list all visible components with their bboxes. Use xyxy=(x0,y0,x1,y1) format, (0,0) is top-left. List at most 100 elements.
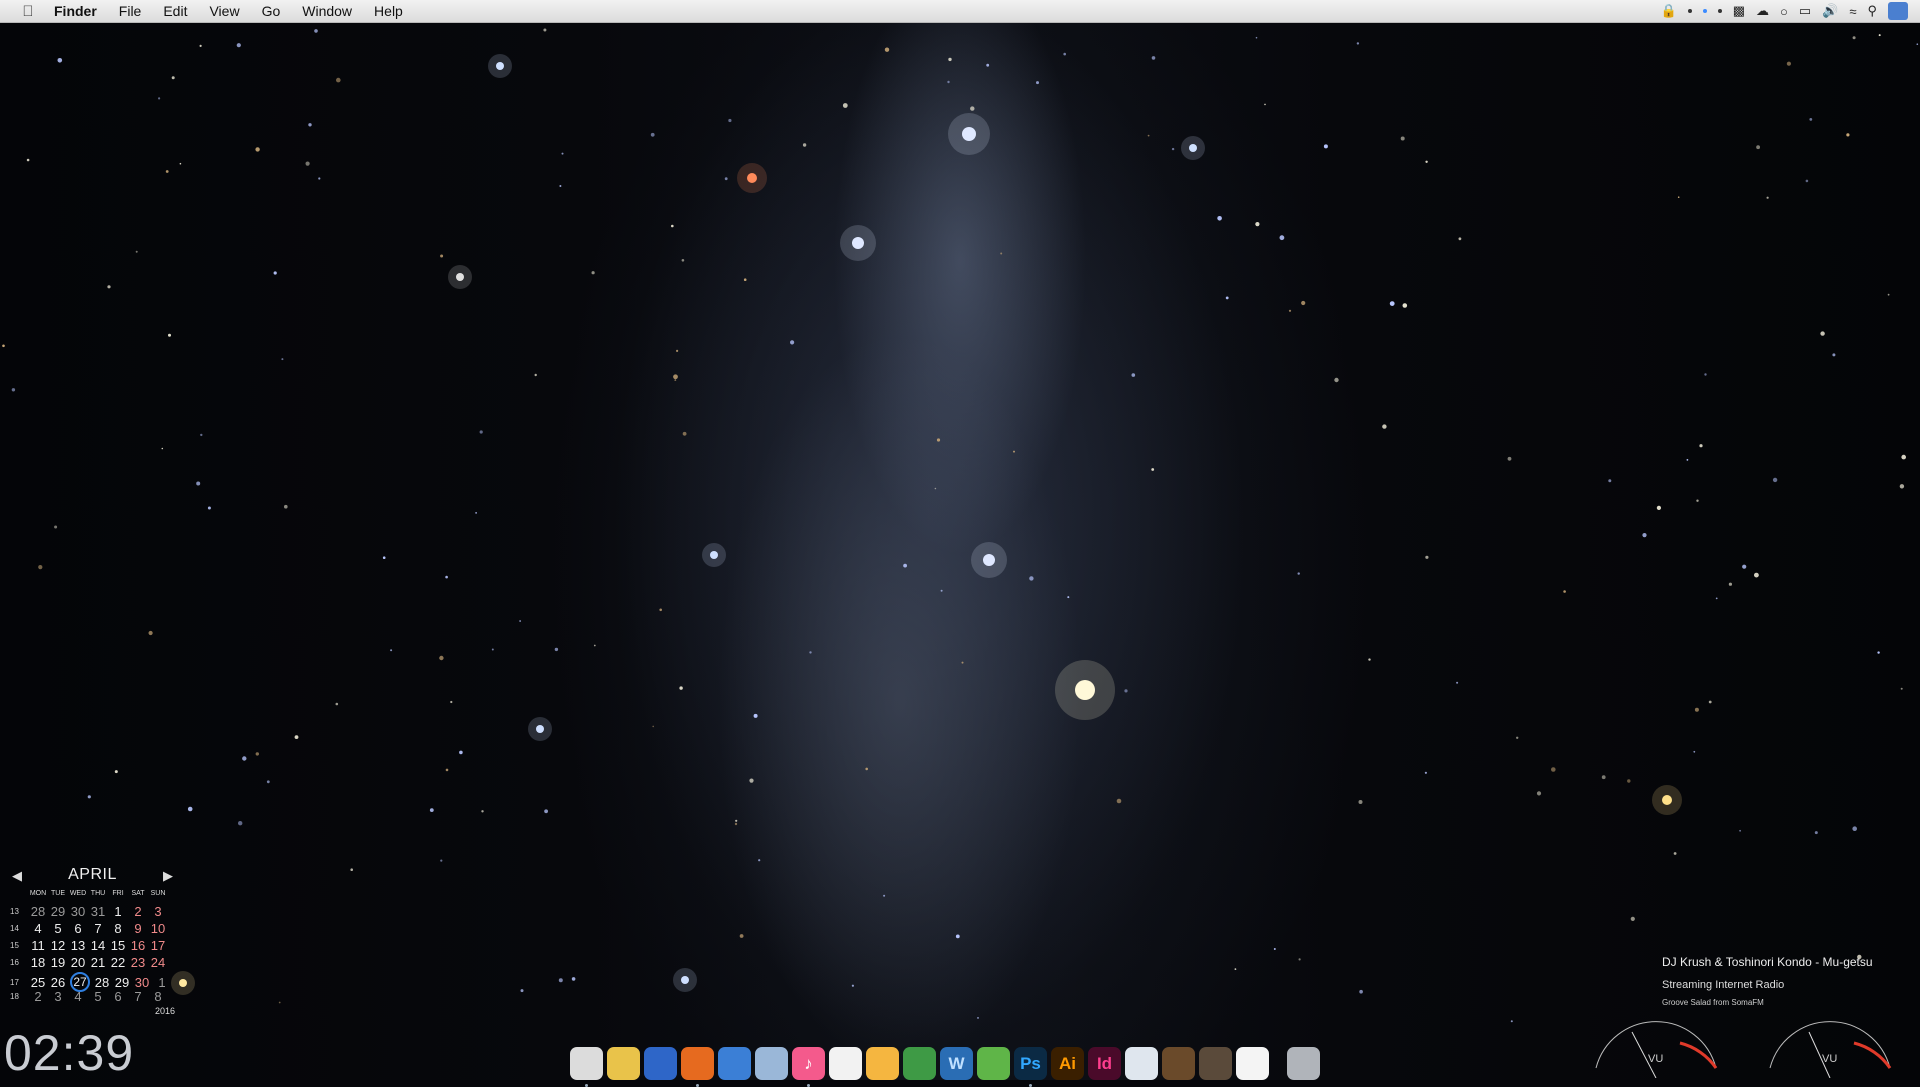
calendar-day[interactable]: 18 xyxy=(28,955,48,970)
menu-view[interactable]: View xyxy=(209,3,239,19)
calendar-day[interactable]: 20 xyxy=(68,955,88,970)
calendar-day[interactable]: 3 xyxy=(148,904,168,919)
star xyxy=(558,978,563,983)
lock-icon[interactable]: 🔒 xyxy=(1661,3,1677,19)
pages-icon[interactable] xyxy=(866,1047,899,1080)
dot-icon[interactable] xyxy=(1717,9,1722,13)
calendar-day[interactable]: 22 xyxy=(108,955,128,970)
calendar-day[interactable]: 1 xyxy=(152,975,172,990)
calendar-day[interactable]: 2 xyxy=(28,989,48,1004)
star xyxy=(1456,681,1459,684)
star xyxy=(659,608,662,612)
calendar-day[interactable]: 5 xyxy=(88,989,108,1004)
calendar-day[interactable]: 28 xyxy=(28,904,48,919)
calendar-day[interactable]: 12 xyxy=(48,938,68,953)
calendar-day[interactable]: 24 xyxy=(148,955,168,970)
earth-app-icon[interactable] xyxy=(644,1047,677,1080)
calendar-day[interactable]: 8 xyxy=(148,989,168,1004)
trash-icon[interactable] xyxy=(1287,1047,1320,1080)
volume-icon[interactable]: 🔊 xyxy=(1822,3,1838,19)
bright-star xyxy=(983,554,995,566)
itunes-icon[interactable]: ♪ xyxy=(792,1047,825,1087)
calendar-day[interactable]: 1 xyxy=(108,904,128,919)
calendar-day[interactable]: 15 xyxy=(108,938,128,953)
calendar-day[interactable]: 29 xyxy=(48,904,68,919)
star xyxy=(284,504,288,509)
star xyxy=(728,118,732,123)
star xyxy=(1852,36,1856,40)
star xyxy=(308,123,312,127)
archive-app-icon[interactable] xyxy=(1199,1047,1232,1080)
calendar-day[interactable]: 7 xyxy=(88,921,108,936)
calendar-day[interactable]: 21 xyxy=(88,955,108,970)
calendar-day[interactable]: 17 xyxy=(148,938,168,953)
star xyxy=(1358,800,1363,804)
plant-app-icon[interactable] xyxy=(977,1047,1010,1080)
safari-icon[interactable] xyxy=(718,1047,751,1080)
calendar-day[interactable]: 30 xyxy=(68,904,88,919)
cloud-icon[interactable]: ☁ xyxy=(1756,3,1769,19)
wunderlist-icon[interactable]: W xyxy=(940,1047,973,1080)
calendar-day[interactable]: 19 xyxy=(48,955,68,970)
indesign-icon[interactable]: Id xyxy=(1088,1047,1121,1080)
menu-go[interactable]: Go xyxy=(262,3,281,19)
calendar-week-row: 13 28 29 30 31 1 2 3 xyxy=(10,904,168,919)
star xyxy=(1686,459,1689,461)
calendar-day[interactable]: 8 xyxy=(108,921,128,936)
calendar-day[interactable]: 28 xyxy=(92,975,112,990)
calendar-day[interactable]: 9 xyxy=(128,921,148,936)
calendar-day[interactable]: 23 xyxy=(128,955,148,970)
star xyxy=(753,713,758,718)
calendar-day[interactable]: 6 xyxy=(108,989,128,1004)
calendar-day[interactable]: 5 xyxy=(48,921,68,936)
circle-icon[interactable]: ○ xyxy=(1780,4,1788,19)
dot-icon[interactable] xyxy=(1687,9,1692,13)
calendar-day[interactable]: 3 xyxy=(48,989,68,1004)
numbers-icon[interactable] xyxy=(903,1047,936,1080)
calendar-day[interactable]: 31 xyxy=(88,904,108,919)
star xyxy=(1766,196,1769,199)
star xyxy=(266,780,270,784)
menu-help[interactable]: Help xyxy=(374,3,403,19)
preview-icon[interactable] xyxy=(755,1047,788,1080)
stormtrooper-app-icon[interactable] xyxy=(570,1047,603,1087)
calendar-day[interactable]: 10 xyxy=(148,921,168,936)
dot-icon[interactable] xyxy=(1702,9,1707,13)
photoshop-icon[interactable]: Ps xyxy=(1014,1047,1047,1087)
calendar-day[interactable]: 2 xyxy=(128,904,148,919)
firefox-icon[interactable] xyxy=(681,1047,714,1087)
calendar-day[interactable]: 29 xyxy=(112,975,132,990)
spotlight-icon[interactable]: ⚲ xyxy=(1867,3,1877,19)
next-month-icon[interactable]: ▶ xyxy=(163,868,173,884)
station-name: Groove Salad from SomaFM xyxy=(1662,998,1764,1007)
calendar-day[interactable]: 26 xyxy=(48,975,68,990)
illustrator-icon[interactable]: Ai xyxy=(1051,1047,1084,1080)
user-icon[interactable] xyxy=(1888,2,1908,20)
calendar-day[interactable]: 30 xyxy=(132,975,152,990)
star xyxy=(165,170,169,173)
wifi-icon[interactable]: ≈ xyxy=(1849,4,1856,19)
star xyxy=(1673,852,1677,855)
calendar-day[interactable]: 7 xyxy=(128,989,148,1004)
menu-file[interactable]: File xyxy=(119,3,142,19)
star xyxy=(743,278,747,282)
apple-logo-icon[interactable]:  xyxy=(18,3,38,20)
menu-finder[interactable]: Finder xyxy=(54,3,97,19)
minecraft-icon[interactable] xyxy=(1162,1047,1195,1080)
calendar-day[interactable]: 4 xyxy=(28,921,48,936)
calendar-day[interactable]: 16 xyxy=(128,938,148,953)
finder-window-icon[interactable] xyxy=(1125,1047,1158,1080)
calendar-day[interactable]: 6 xyxy=(68,921,88,936)
terminal-icon[interactable]: ▩ xyxy=(1733,3,1745,19)
textedit-icon[interactable] xyxy=(829,1047,862,1080)
calendar-day[interactable]: 14 xyxy=(88,938,108,953)
airplay-icon[interactable]: ▭ xyxy=(1799,3,1811,19)
calendar-day[interactable]: 4 xyxy=(68,989,88,1004)
calendar-day[interactable]: 13 xyxy=(68,938,88,953)
clock-app-icon[interactable] xyxy=(1236,1047,1269,1080)
menu-window[interactable]: Window xyxy=(302,3,352,19)
color-picker-app-icon[interactable] xyxy=(607,1047,640,1080)
menu-edit[interactable]: Edit xyxy=(163,3,187,19)
calendar-day[interactable]: 11 xyxy=(28,938,48,953)
calendar-day[interactable]: 25 xyxy=(28,975,48,990)
